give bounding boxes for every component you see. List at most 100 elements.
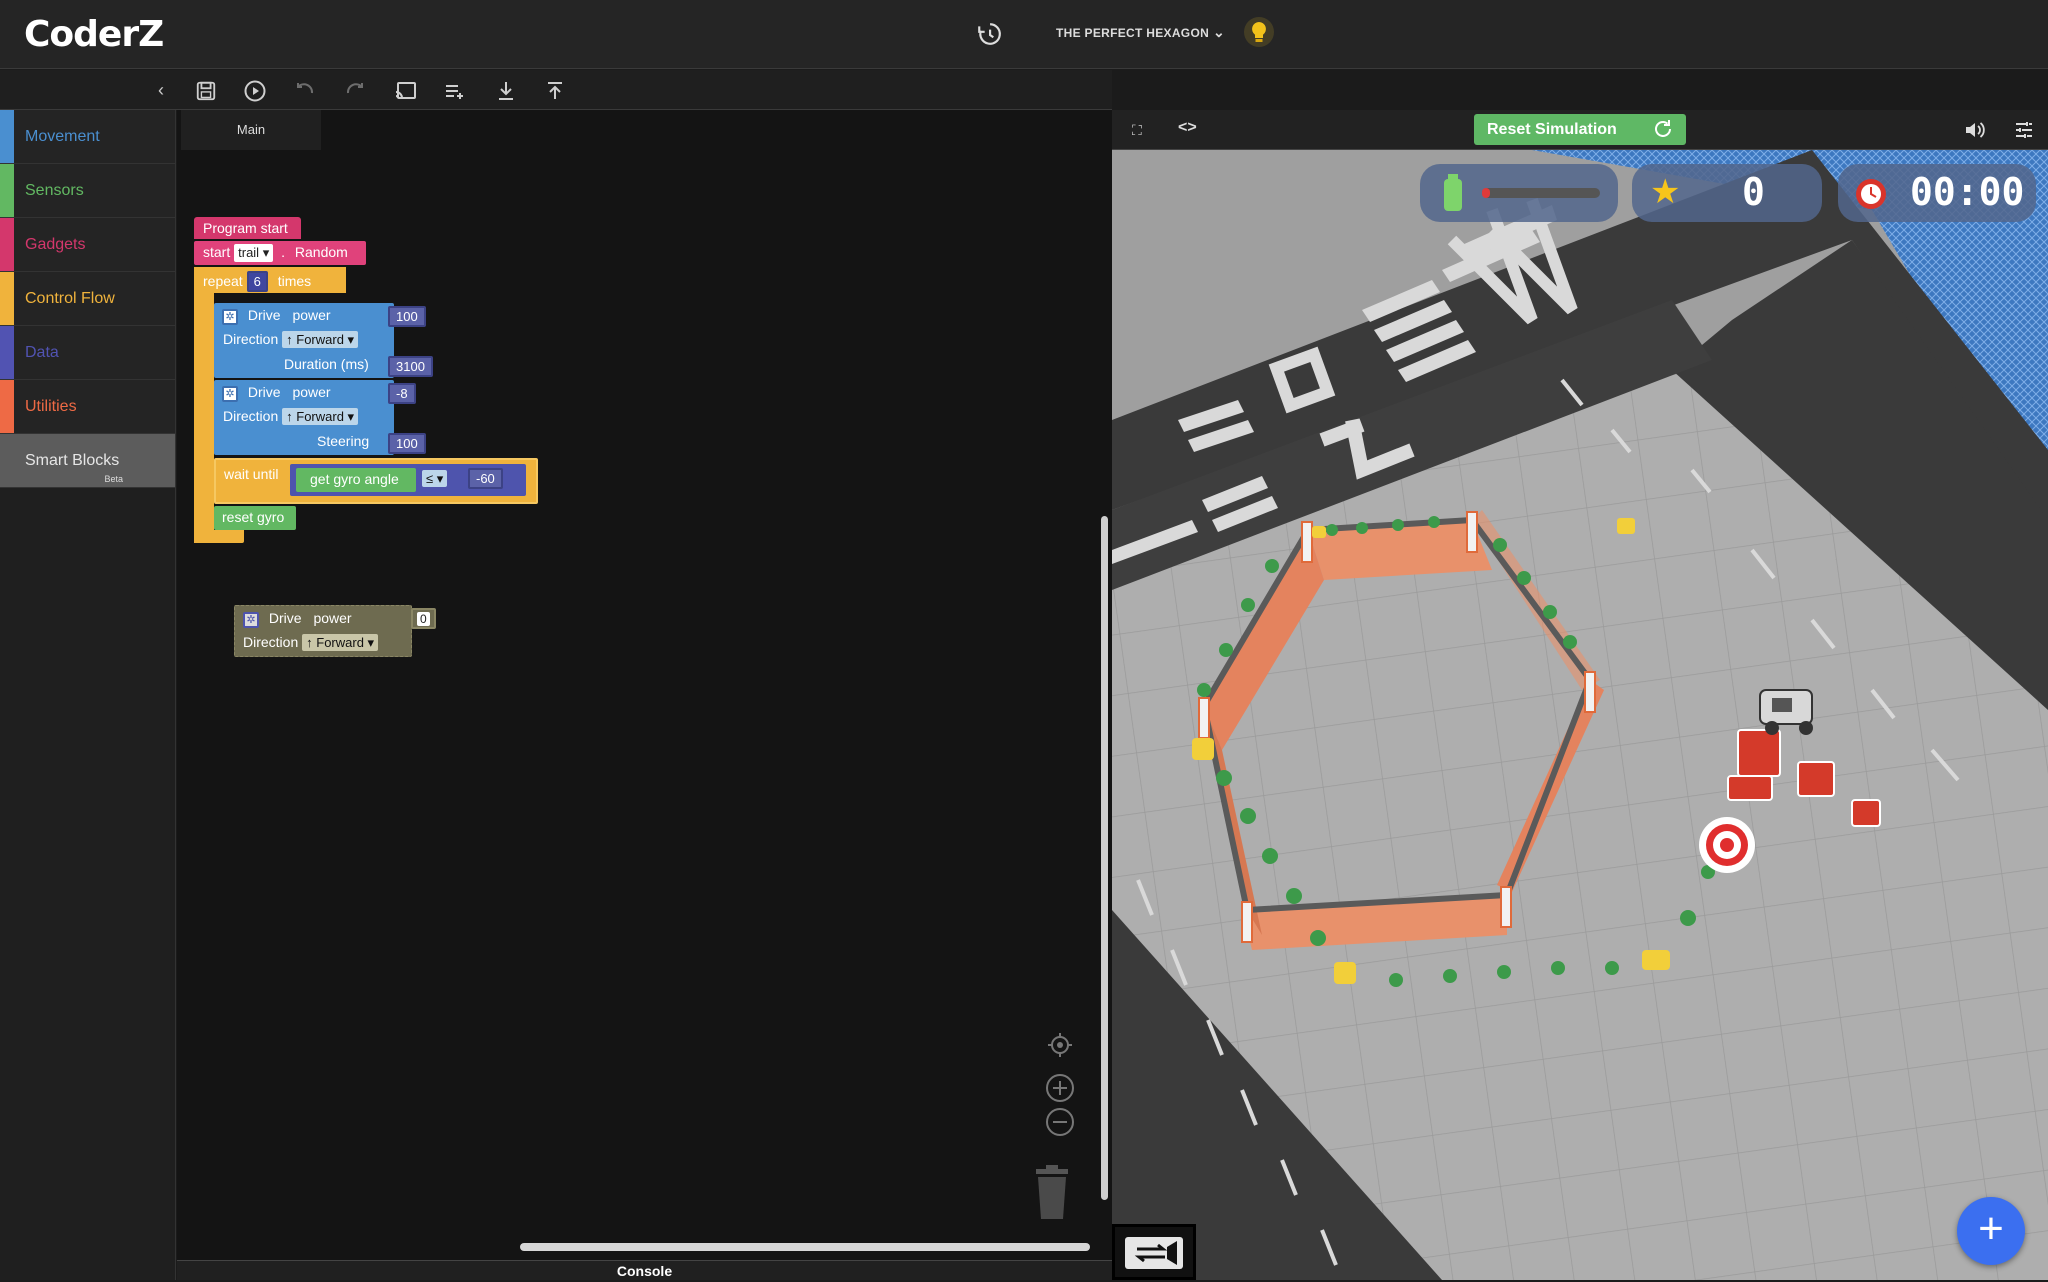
block-label: Drive — [247, 384, 281, 400]
volume-icon[interactable] — [1964, 120, 1986, 145]
number-value: 0 — [417, 612, 430, 626]
compare-block[interactable]: get gyro angle ≤ ▾ -60 — [290, 464, 526, 496]
get-gyro-angle-block[interactable]: get gyro angle — [296, 468, 416, 492]
undo-icon[interactable] — [292, 78, 318, 104]
drive-block-1[interactable]: ✲ Drive power Direction ↑ Forward ▾ Dura… — [214, 303, 394, 378]
fullscreen-icon[interactable]: ⛶ — [1132, 122, 1142, 139]
drive-block-2[interactable]: ✲ Drive power Direction ↑ Forward ▾ Stee… — [214, 380, 394, 455]
drive-row: ✲ Drive power — [222, 307, 331, 325]
cast-icon[interactable] — [393, 78, 419, 104]
block-label: power — [292, 307, 331, 323]
upload-icon[interactable] — [542, 78, 568, 104]
program-start-block[interactable]: Program start — [194, 217, 301, 239]
block-label: Random — [294, 244, 348, 260]
reset-simulation-button[interactable]: Reset Simulation — [1474, 114, 1686, 145]
workspace-horizontal-scrollbar[interactable] — [520, 1243, 1090, 1251]
code-view-icon[interactable]: <> — [1178, 119, 1197, 137]
simulation-viewport[interactable]: ★ 0 00:00 — [1112, 150, 2048, 1280]
direction-row: Direction ↑ Forward ▾ — [243, 634, 379, 651]
category-label: Smart Blocks — [25, 452, 120, 469]
mission-title: THE PERFECT HEXAGON — [1056, 26, 1210, 40]
category-label: Gadgets — [25, 236, 86, 253]
add-list-icon[interactable] — [442, 78, 468, 104]
simulation-scene — [1112, 150, 2048, 1280]
recenter-icon[interactable] — [1045, 1030, 1075, 1060]
block-label: Direction — [223, 408, 279, 424]
plus-icon: + — [1978, 1204, 2004, 1253]
zoom-in-icon[interactable] — [1045, 1073, 1075, 1103]
redo-icon[interactable] — [342, 78, 368, 104]
reset-gyro-block[interactable]: reset gyro — [214, 506, 296, 530]
category-sensors[interactable]: Sensors — [0, 164, 175, 218]
dropdown-value: ↑ Forward — [286, 332, 344, 347]
zoom-out-icon[interactable] — [1045, 1107, 1075, 1137]
category-control-flow[interactable]: Control Flow — [0, 272, 175, 326]
code-workspace[interactable]: Main Program start start trail ▾ . Rando… — [177, 110, 1112, 1260]
number-value: 100 — [388, 433, 426, 454]
workspace-vertical-scrollbar[interactable] — [1101, 516, 1108, 1200]
block-label: Direction — [243, 634, 299, 650]
category-color-bar — [0, 164, 14, 217]
category-color-bar — [0, 326, 14, 379]
category-data[interactable]: Data — [0, 326, 175, 380]
play-icon[interactable] — [242, 78, 268, 104]
power-input[interactable]: -8 — [388, 383, 416, 404]
category-movement[interactable]: Movement — [0, 110, 175, 164]
camera-switch-icon — [1125, 1237, 1183, 1269]
block-label: Direction — [223, 331, 279, 347]
block-label: Program start — [203, 220, 288, 236]
coderz-logo[interactable]: CoderZ — [24, 14, 164, 55]
duration-input[interactable]: 3100 — [388, 356, 433, 377]
block-label: Drive — [268, 610, 302, 626]
direction-dropdown[interactable]: ↑ Forward ▾ — [302, 634, 379, 651]
block-label: times — [277, 273, 312, 289]
block-label: get gyro angle — [310, 471, 399, 487]
dropdown-value: ↑ Forward — [306, 635, 364, 650]
add-fab-button[interactable]: + — [1957, 1197, 2025, 1265]
tab-main[interactable]: Main — [181, 110, 321, 150]
collapse-sidebar-icon[interactable]: ‹ — [158, 80, 164, 101]
settings-sliders-icon[interactable] — [2014, 120, 2034, 145]
start-trail-block[interactable]: start trail ▾ . Random — [194, 241, 366, 265]
mission-selector[interactable]: THE PERFECT HEXAGON ⌄ — [1056, 24, 1225, 41]
block-label: start — [203, 244, 231, 260]
category-label: Data — [25, 344, 59, 361]
power-input[interactable]: 0 — [411, 608, 436, 629]
switch-camera-button[interactable] — [1112, 1224, 1196, 1280]
repeat-count-input[interactable]: 6 — [246, 271, 268, 292]
dropdown-value: ≤ — [426, 471, 434, 486]
category-smart-blocks[interactable]: Smart Blocks Beta — [0, 434, 175, 488]
category-label: Movement — [25, 128, 100, 145]
block-label: power — [292, 384, 331, 400]
trail-dropdown[interactable]: trail ▾ — [234, 244, 274, 262]
gear-icon: ✲ — [222, 386, 238, 402]
history-icon[interactable] — [975, 21, 1003, 49]
category-utilities[interactable]: Utilities — [0, 380, 175, 434]
download-icon[interactable] — [493, 78, 519, 104]
repeat-header[interactable]: repeat 6 times — [194, 267, 346, 293]
direction-row: Direction ↑ Forward ▾ — [223, 331, 359, 348]
console-bar[interactable]: Console — [177, 1260, 1112, 1280]
power-input[interactable]: 100 — [388, 306, 426, 327]
category-color-bar — [0, 110, 14, 163]
hint-bulb-icon[interactable] — [1243, 16, 1275, 52]
save-icon[interactable] — [193, 78, 219, 104]
logo-text: CoderZ — [24, 14, 164, 55]
trash-icon[interactable] — [1032, 1165, 1072, 1221]
direction-dropdown[interactable]: ↑ Forward ▾ — [282, 408, 359, 425]
operator-dropdown[interactable]: ≤ ▾ — [422, 470, 448, 487]
category-gadgets[interactable]: Gadgets — [0, 218, 175, 272]
block-label: wait until — [224, 466, 279, 482]
steering-input[interactable]: 100 — [388, 433, 426, 454]
disabled-drive-block[interactable]: ✲ Drive power Direction ↑ Forward ▾ — [234, 605, 412, 657]
gyro-target-input[interactable]: -60 — [468, 468, 503, 489]
repeat-block[interactable] — [194, 267, 214, 543]
block-label: Steering — [317, 433, 370, 449]
star-icon: ★ — [1650, 173, 1681, 211]
gear-icon: ✲ — [222, 309, 238, 325]
category-color-bar — [0, 272, 14, 325]
editor-toolbar: ‹ — [0, 70, 1112, 110]
direction-dropdown[interactable]: ↑ Forward ▾ — [282, 331, 359, 348]
wait-until-block[interactable]: wait until get gyro angle ≤ ▾ -60 — [214, 458, 538, 504]
block-label: Drive — [247, 307, 281, 323]
